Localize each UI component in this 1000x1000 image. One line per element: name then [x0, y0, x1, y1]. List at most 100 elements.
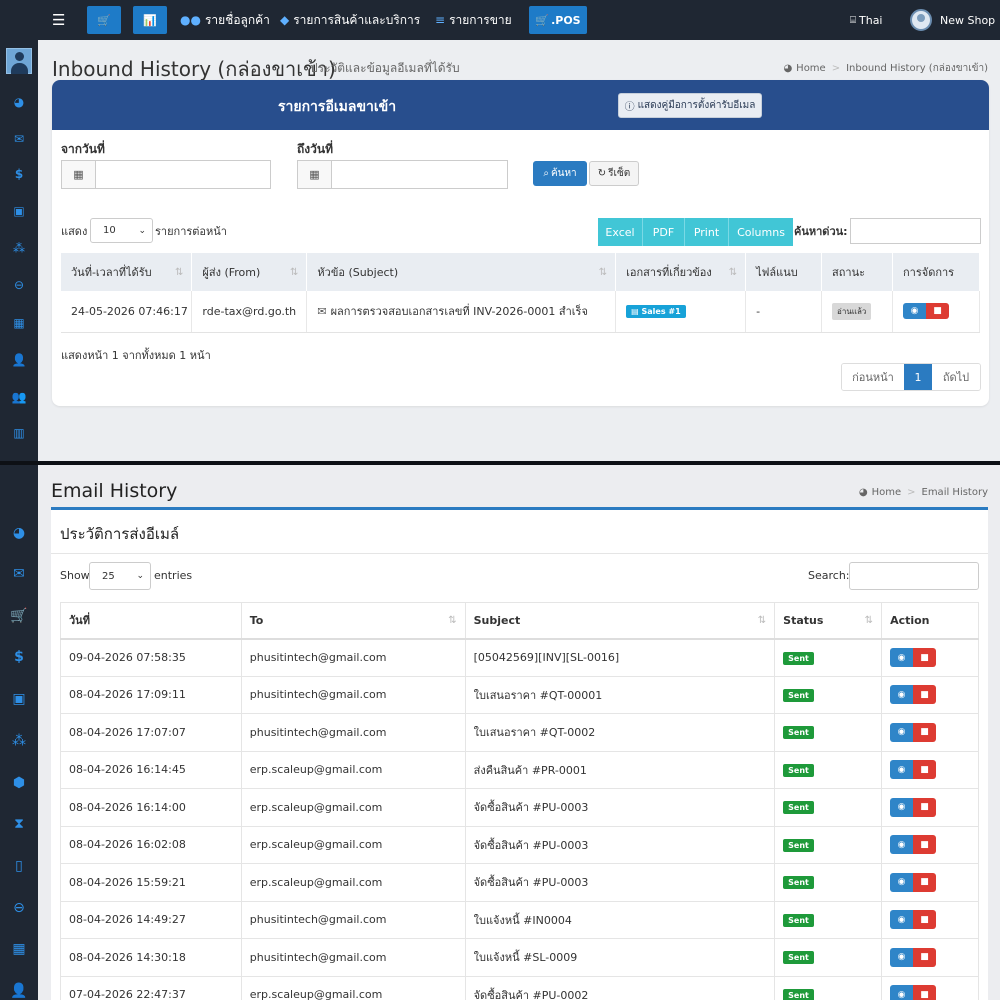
cell-date: 08-04-2026 15:59:21	[60, 863, 242, 902]
next-page-button[interactable]: ถัดไป	[932, 364, 980, 390]
sort-icon: ⇅	[175, 267, 184, 278]
hourglass-icon[interactable]: ⧗	[0, 816, 38, 832]
cell-status: Sent	[774, 750, 883, 789]
quick-search-input[interactable]	[850, 218, 981, 244]
pdf-button[interactable]: PDF	[643, 218, 685, 246]
page-size-select[interactable]: 10 ⌄	[90, 218, 153, 243]
language-selector[interactable]: ⌸ Thai	[850, 0, 883, 40]
delete-button[interactable]: ■	[913, 760, 937, 780]
col-subject[interactable]: หัวข้อ (Subject) ⇅	[306, 253, 617, 291]
search-input[interactable]	[849, 562, 979, 590]
cell-date: 08-04-2026 16:14:00	[60, 788, 242, 827]
col-status-label: Status	[783, 613, 824, 627]
col-action: Action	[881, 602, 979, 640]
dollar-icon[interactable]: $	[0, 649, 38, 665]
cell-subject: จัดซื้อสินค้า #PU-0003	[464, 863, 776, 902]
card-divider	[51, 553, 988, 554]
trash-icon: ■	[920, 877, 929, 888]
delete-button[interactable]: ■	[913, 685, 937, 705]
grid-icon[interactable]: ▦	[0, 316, 38, 330]
envelope-icon[interactable]: ✉	[0, 132, 38, 146]
calendar-icon[interactable]: ▣	[0, 691, 38, 707]
columns-button[interactable]: Columns	[729, 218, 793, 246]
prev-page-button[interactable]: ก่อนหน้า	[842, 364, 904, 390]
sidebar: ◕ ✉ $ ▣ ⁂ ⊖ ▦ 👤 👥 ▥	[0, 40, 38, 461]
nav-sales[interactable]: ≡ รายการขาย	[435, 0, 512, 40]
print-button[interactable]: Print	[685, 218, 729, 246]
nav-products[interactable]: ◆ รายการสินค้าและบริการ	[280, 0, 420, 40]
excel-button[interactable]: Excel	[598, 218, 643, 246]
pos-button[interactable]: 🛒 .POS	[529, 6, 587, 34]
sales-doc-badge[interactable]: ▤ Sales #1	[626, 305, 686, 319]
delete-button[interactable]: ■	[913, 985, 937, 1000]
dollar-icon[interactable]: $	[0, 167, 38, 181]
delete-button[interactable]: ■	[913, 835, 937, 855]
delete-button[interactable]: ■	[913, 648, 937, 667]
cell-date: 24-05-2026 07:46:17	[61, 291, 193, 333]
view-button[interactable]: ◉	[890, 760, 914, 780]
user-plus-icon[interactable]: 👤	[0, 983, 38, 999]
view-button[interactable]: ◉	[890, 947, 914, 967]
users-icon[interactable]: 👥	[0, 390, 38, 404]
breadcrumb-home[interactable]: Home	[796, 63, 826, 74]
col-document[interactable]: เอกสารที่เกี่ยวข้อง ⇅	[615, 253, 747, 291]
grid-icon[interactable]: ▦	[0, 941, 38, 957]
view-button[interactable]: ◉	[903, 303, 926, 320]
delete-button[interactable]: ■	[913, 872, 937, 892]
view-button[interactable]: ◉	[890, 797, 914, 817]
user-plus-icon[interactable]: 👤	[0, 353, 38, 367]
mobile-icon[interactable]: ▯	[0, 858, 38, 874]
user-menu[interactable]: New Shop	[910, 0, 995, 40]
nav-products-label: รายการสินค้าและบริการ	[293, 12, 421, 27]
from-date-input[interactable]: ▦	[61, 160, 271, 189]
view-button[interactable]: ◉	[890, 835, 914, 855]
to-date-input[interactable]: ▦	[297, 160, 508, 189]
profile-avatar[interactable]	[6, 48, 32, 74]
dashboard-chart-button[interactable]: 📊	[133, 6, 167, 34]
nav-customers[interactable]: ●● รายชื่อลูกค้า	[180, 0, 270, 40]
breadcrumb-home[interactable]: Home	[872, 487, 902, 498]
col-subject[interactable]: Subject ⇅	[464, 602, 776, 640]
cart-button[interactable]: 🛒	[87, 6, 121, 34]
dashboard-icon[interactable]: ◕	[0, 525, 38, 541]
minus-circle-icon[interactable]: ⊖	[0, 900, 38, 916]
cube-icon[interactable]: ⬢	[0, 775, 38, 791]
delete-button[interactable]: ■	[926, 303, 949, 320]
col-to[interactable]: To ⇅	[240, 602, 466, 640]
reset-button[interactable]: ↻ รีเซ็ต	[589, 161, 639, 186]
envelope-icon[interactable]: ✉	[0, 566, 38, 582]
entries-select[interactable]: 25 ⌄	[89, 562, 151, 590]
show-guide-button[interactable]: ⓘ แสดงคู่มือการตั้งค่ารับอีเมล	[618, 93, 762, 118]
cell-subject[interactable]: ✉ ผลการตรวจสอบเอกสารเลขที่ INV-2026-0001 …	[306, 291, 617, 333]
col-date[interactable]: วันที่	[60, 602, 242, 640]
delete-button[interactable]: ■	[913, 910, 937, 930]
page-size-value: 10	[103, 225, 116, 236]
view-button[interactable]: ◉	[890, 685, 914, 705]
per-page-label: รายการต่อหน้า	[155, 225, 227, 238]
view-button[interactable]: ◉	[890, 910, 914, 930]
bar-chart-icon[interactable]: ▥	[0, 426, 38, 440]
col-from[interactable]: ผู้ส่ง (From) ⇅	[191, 253, 308, 291]
col-date[interactable]: วันที่-เวลาที่ได้รับ ⇅	[61, 253, 193, 291]
col-status[interactable]: Status ⇅	[774, 602, 883, 640]
view-button[interactable]: ◉	[890, 722, 914, 742]
calendar-icon[interactable]: ▣	[0, 204, 38, 218]
menu-toggle-icon[interactable]: ☰	[52, 0, 65, 40]
breadcrumb-separator: >	[907, 487, 916, 498]
view-button[interactable]: ◉	[890, 648, 914, 667]
page-1-button[interactable]: 1	[904, 364, 932, 390]
dashboard-icon[interactable]: ◕	[0, 95, 38, 109]
view-button[interactable]: ◉	[890, 872, 914, 892]
trash-icon: ■	[920, 952, 929, 963]
search-button[interactable]: ⌕ ค้นหา	[533, 161, 587, 186]
cell-subject: ใบเสนอราคา #QT-00001	[464, 675, 776, 714]
cell-status: Sent	[774, 975, 883, 1000]
delete-button[interactable]: ■	[913, 947, 937, 967]
minus-circle-icon[interactable]: ⊖	[0, 278, 38, 292]
cubes-icon[interactable]: ⁂	[0, 733, 38, 749]
view-button[interactable]: ◉	[890, 985, 914, 1000]
delete-button[interactable]: ■	[913, 797, 937, 817]
cubes-icon[interactable]: ⁂	[0, 241, 38, 255]
delete-button[interactable]: ■	[913, 722, 937, 742]
cart-icon[interactable]: 🛒	[0, 608, 38, 624]
